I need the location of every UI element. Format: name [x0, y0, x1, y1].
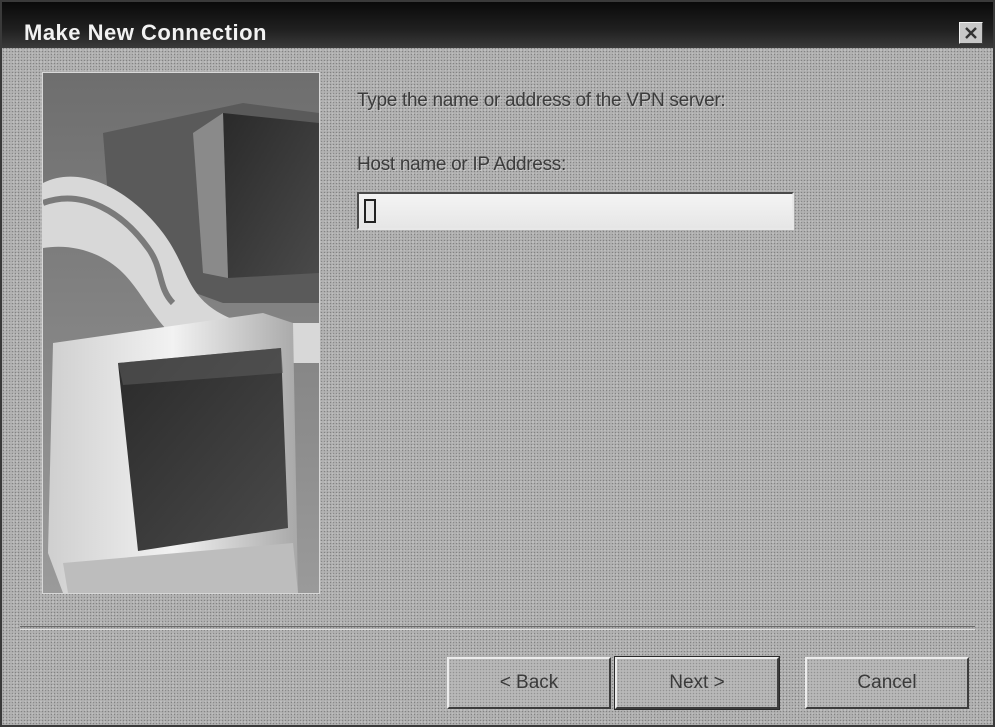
- host-name-input[interactable]: [357, 192, 794, 230]
- make-new-connection-dialog: Make New Connection Type the name or add…: [0, 0, 995, 727]
- computer-illustration-icon: [43, 73, 319, 593]
- title-bar: Make New Connection: [2, 2, 993, 48]
- close-icon: [965, 27, 977, 39]
- host-name-label: Host name or IP Address:: [357, 154, 566, 175]
- prompt-text: Type the name or address of the VPN serv…: [357, 90, 726, 111]
- next-button[interactable]: Next >: [614, 656, 780, 710]
- cancel-button[interactable]: Cancel: [805, 657, 969, 709]
- window-title: Make New Connection: [24, 20, 267, 45]
- text-cursor: [364, 199, 376, 223]
- computer-illustration: [42, 72, 320, 594]
- button-separator: [20, 626, 975, 630]
- close-button[interactable]: [959, 22, 983, 44]
- back-button[interactable]: < Back: [447, 657, 611, 709]
